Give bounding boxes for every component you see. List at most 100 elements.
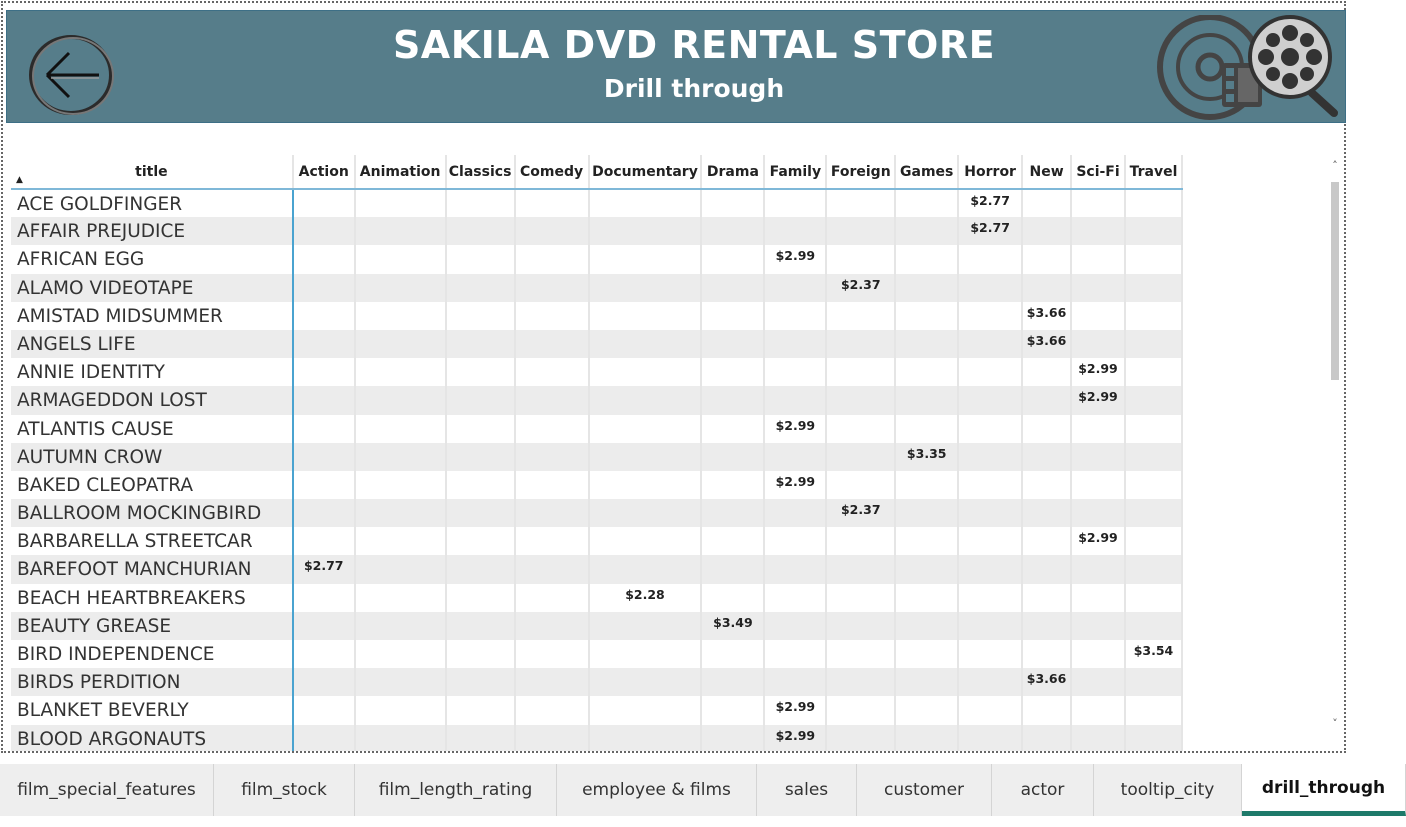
price-cell: $2.28 [588, 583, 703, 612]
price-cell [588, 273, 703, 302]
table-row[interactable]: BIRD INDEPENDENCE $3.54 [11, 640, 1183, 669]
price-cell [764, 301, 828, 330]
price-cell [1071, 217, 1126, 246]
price-cell [292, 611, 356, 640]
tab-customer[interactable]: customer [857, 764, 992, 816]
column-header-drama[interactable]: Drama [701, 155, 766, 190]
column-header-sci-fi[interactable]: Sci-Fi [1071, 155, 1126, 190]
price-cell [354, 611, 447, 640]
price-cell [895, 668, 960, 697]
price-cell [292, 583, 356, 612]
table-row[interactable]: ACE GOLDFINGER $2.77 [11, 189, 1183, 218]
price-cell: $2.37 [826, 499, 897, 528]
column-header-action[interactable]: Action [292, 155, 356, 190]
table-row[interactable]: AFRICAN EGG $2.99 [11, 245, 1183, 274]
column-header-animation[interactable]: Animation [354, 155, 447, 190]
price-cell: $3.54 [1124, 640, 1183, 669]
price-cell [445, 640, 516, 669]
table-row[interactable]: AFFAIR PREJUDICE $2.77 [11, 217, 1183, 246]
price-cell [588, 217, 703, 246]
column-header-games[interactable]: Games [895, 155, 960, 190]
column-header-foreign[interactable]: Foreign [826, 155, 897, 190]
price-cell [826, 640, 897, 669]
price-cell [514, 386, 590, 415]
price-cell [958, 640, 1024, 669]
table-row[interactable]: BEACH HEARTBREAKERS $2.28 [11, 583, 1183, 612]
price-cell [826, 470, 897, 500]
price-cell [588, 668, 703, 697]
column-header-title[interactable]: title ▲ [11, 155, 294, 190]
price-cell [354, 273, 447, 302]
price-cell [514, 499, 590, 528]
price-cell [826, 555, 897, 584]
table-row[interactable]: AUTUMN CROW $3.35 [11, 442, 1183, 471]
tab-film-stock[interactable]: film_stock [214, 764, 355, 816]
price-cell [588, 329, 703, 359]
table-row[interactable]: ANGELS LIFE $3.66 [11, 329, 1183, 359]
price-cell [1071, 640, 1126, 669]
table-row[interactable]: BEAUTY GREASE $3.49 [11, 611, 1183, 640]
table-row[interactable]: ARMAGEDDON LOST $2.99 [11, 386, 1183, 415]
price-cell [1022, 583, 1073, 612]
table-row[interactable]: ATLANTIS CAUSE $2.99 [11, 414, 1183, 443]
price-cell [958, 386, 1024, 415]
tab-employee-films[interactable]: employee & films [557, 764, 757, 816]
column-header-new[interactable]: New [1022, 155, 1073, 190]
status-strip [0, 816, 1406, 827]
price-cell: $2.77 [292, 555, 356, 584]
column-header-comedy[interactable]: Comedy [514, 155, 590, 190]
film-title-cell: ANNIE IDENTITY [11, 358, 294, 387]
price-cell [1022, 245, 1073, 274]
column-header-travel[interactable]: Travel [1124, 155, 1183, 190]
vertical-scrollbar[interactable]: ˄ ˅ [1329, 153, 1341, 741]
price-cell [1071, 668, 1126, 697]
page-tab-bar: film_special_features film_stock film_leng… [0, 764, 1406, 816]
tab-actor[interactable]: actor [992, 764, 1094, 816]
table-row[interactable]: ALAMO VIDEOTAPE $2.37 [11, 273, 1183, 302]
table-row[interactable]: BALLROOM MOCKINGBIRD $2.37 [11, 499, 1183, 528]
column-header-horror[interactable]: Horror [958, 155, 1024, 190]
table-row[interactable]: BAREFOOT MANCHURIAN $2.77 [11, 555, 1183, 584]
column-header-documentary[interactable]: Documentary [588, 155, 703, 190]
tab-sales[interactable]: sales [757, 764, 857, 816]
price-cell [895, 189, 960, 218]
table-row[interactable]: AMISTAD MIDSUMMER $3.66 [11, 301, 1183, 330]
price-cell [1022, 442, 1073, 471]
price-cell [826, 724, 897, 751]
price-cell [445, 527, 516, 556]
table-row[interactable]: ANNIE IDENTITY $2.99 [11, 358, 1183, 387]
scroll-thumb[interactable] [1331, 182, 1339, 380]
price-cell [1071, 414, 1126, 443]
film-title-cell: BLANKET BEVERLY [11, 696, 294, 725]
price-cell [292, 527, 356, 556]
table-row[interactable]: BLOOD ARGONAUTS $2.99 [11, 724, 1183, 751]
price-cell [445, 217, 516, 246]
film-title-cell: BLOOD ARGONAUTS [11, 724, 294, 751]
price-cell [588, 358, 703, 387]
price-cell: $2.99 [1071, 527, 1126, 556]
price-cell [1124, 414, 1183, 443]
table-row[interactable]: BAKED CLEOPATRA $2.99 [11, 470, 1183, 500]
table-row[interactable]: BARBARELLA STREETCAR $2.99 [11, 527, 1183, 556]
column-header-family[interactable]: Family [764, 155, 828, 190]
film-title-cell: BAREFOOT MANCHURIAN [11, 555, 294, 584]
price-cell [764, 442, 828, 471]
tab-drill-through[interactable]: drill_through [1242, 764, 1406, 816]
drill-through-matrix[interactable]: title ▲ Action Animation Classics Comedy Docum… [11, 155, 1183, 751]
sort-ascending-icon[interactable]: ▲ [16, 175, 23, 185]
price-cell [445, 611, 516, 640]
price-cell [588, 499, 703, 528]
column-header-classics[interactable]: Classics [445, 155, 516, 190]
table-row[interactable]: BLANKET BEVERLY $2.99 [11, 696, 1183, 725]
price-cell: $2.99 [764, 414, 828, 443]
scroll-up-icon[interactable]: ˄ [1329, 159, 1341, 172]
price-cell [514, 301, 590, 330]
price-cell [895, 217, 960, 246]
tab-film-length-rating[interactable]: film_length_rating [355, 764, 557, 816]
price-cell [354, 499, 447, 528]
table-row[interactable]: BIRDS PERDITION $3.66 [11, 668, 1183, 697]
price-cell [764, 358, 828, 387]
tab-tooltip-city[interactable]: tooltip_city [1094, 764, 1242, 816]
scroll-down-icon[interactable]: ˅ [1329, 717, 1341, 730]
tab-film-special-features[interactable]: film_special_features [0, 764, 214, 816]
